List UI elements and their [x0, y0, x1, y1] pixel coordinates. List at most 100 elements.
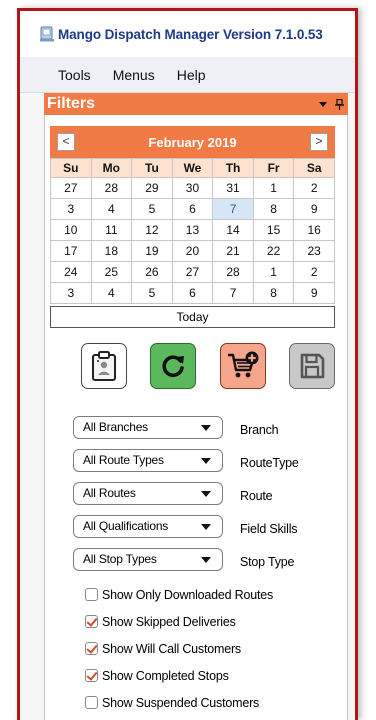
stop-type-label: Stop Type — [240, 554, 295, 569]
chevron-down-icon — [201, 457, 211, 464]
calendar-day[interactable]: 4 — [90, 282, 133, 304]
calendar-day[interactable]: 26 — [131, 261, 173, 283]
calendar-day[interactable]: 28 — [212, 261, 254, 283]
today-button[interactable]: Today — [50, 306, 335, 328]
qualifications-select[interactable]: All Qualifications — [73, 514, 223, 538]
calendar-day[interactable]: 17 — [50, 240, 92, 262]
chevron-down-icon — [201, 556, 211, 563]
weekday-label: We — [171, 158, 214, 178]
option-downloaded-routes[interactable]: Show Only Downloaded Routes — [85, 581, 335, 608]
calendar-day[interactable]: 1 — [252, 261, 295, 283]
checkbox[interactable] — [85, 642, 98, 655]
calendar-day[interactable]: 18 — [90, 240, 133, 262]
calendar-day[interactable]: 23 — [293, 240, 335, 262]
route-select-value: All Routes — [83, 486, 136, 500]
menu-menus[interactable]: Menus — [113, 67, 155, 83]
calendar-day[interactable]: 16 — [293, 219, 335, 241]
option-skipped-deliveries[interactable]: Show Skipped Deliveries — [85, 608, 335, 635]
calendar-day[interactable]: 14 — [212, 219, 254, 241]
calendar-day[interactable]: 1 — [252, 177, 295, 199]
calendar-day[interactable]: 8 — [252, 198, 295, 220]
calendar-week-row: 17 18 19 20 21 22 23 — [50, 240, 335, 262]
checkbox[interactable] — [85, 696, 98, 709]
field-skills-filter-row: All Qualifications Field Skills — [73, 510, 343, 542]
checkbox[interactable] — [85, 615, 98, 628]
clipboard-report-icon — [92, 351, 116, 381]
weekday-label: Tu — [131, 158, 173, 178]
calendar-day[interactable]: 22 — [252, 240, 295, 262]
calendar-week-row: 10 11 12 13 14 15 16 — [50, 219, 335, 241]
calendar-day[interactable]: 12 — [131, 219, 173, 241]
checkbox[interactable] — [85, 669, 98, 682]
calendar-day[interactable]: 7 — [212, 282, 254, 304]
calendar-day[interactable]: 13 — [171, 219, 214, 241]
calendar-day[interactable]: 11 — [90, 219, 133, 241]
branch-filter-row: All Branches Branch — [73, 411, 343, 443]
option-completed-stops[interactable]: Show Completed Stops — [85, 662, 335, 689]
calendar-day[interactable]: 21 — [212, 240, 254, 262]
weekday-label: Fr — [252, 158, 295, 178]
mango-app-icon — [40, 26, 54, 42]
calendar-day[interactable]: 24 — [50, 261, 92, 283]
route-type-filter-row: All Route Types RouteType — [73, 444, 343, 476]
checkbox-label: Show Completed Stops — [102, 668, 229, 683]
option-suspended-customers[interactable]: Show Suspended Customers — [85, 689, 335, 716]
calendar-day[interactable]: 6 — [171, 282, 214, 304]
chevron-down-icon — [201, 424, 211, 431]
filters-panel-header: Filters — [44, 93, 348, 115]
calendar-day[interactable]: 20 — [171, 240, 214, 262]
calendar-day[interactable]: 15 — [252, 219, 295, 241]
app-window: Mango Dispatch Manager Version 7.1.0.53 … — [17, 8, 358, 720]
title-bar: Mango Dispatch Manager Version 7.1.0.53 — [20, 11, 355, 57]
menu-help[interactable]: Help — [177, 67, 206, 83]
calendar-day[interactable]: 10 — [50, 219, 92, 241]
calendar-day[interactable]: 3 — [50, 282, 92, 304]
calendar-day[interactable]: 9 — [293, 198, 335, 220]
filters-panel-title: Filters — [47, 95, 96, 112]
calendar-day[interactable]: 5 — [131, 198, 173, 220]
stop-type-filter-row: All Stop Types Stop Type — [73, 543, 343, 575]
chevron-down-icon — [201, 490, 211, 497]
calendar-day[interactable]: 19 — [131, 240, 173, 262]
weekday-label: Mo — [90, 158, 133, 178]
calendar-day[interactable]: 3 — [50, 198, 92, 220]
calendar-day[interactable]: 4 — [90, 198, 133, 220]
calendar-day[interactable]: 2 — [293, 261, 335, 283]
stop-type-select[interactable]: All Stop Types — [73, 547, 223, 571]
calendar-day[interactable]: 31 — [212, 177, 254, 199]
panel-controls — [319, 98, 348, 110]
add-to-cart-button[interactable] — [220, 343, 266, 389]
filter-selects: All Branches Branch All Route Types Rout… — [73, 411, 343, 576]
calendar-day[interactable]: 30 — [171, 177, 214, 199]
route-select[interactable]: All Routes — [73, 481, 223, 505]
calendar-day[interactable]: 7 — [212, 198, 254, 220]
calendar-day[interactable]: 8 — [252, 282, 295, 304]
calendar-day[interactable]: 27 — [50, 177, 92, 199]
route-type-label: RouteType — [240, 455, 299, 470]
pin-icon[interactable] — [335, 98, 344, 110]
dropdown-arrow-icon[interactable] — [319, 101, 327, 107]
calendar-day[interactable]: 28 — [90, 177, 133, 199]
menu-tools[interactable]: Tools — [58, 67, 91, 83]
display-options: Show Only Downloaded Routes Show Skipped… — [85, 581, 335, 716]
report-button[interactable] — [81, 343, 127, 389]
prev-month-button[interactable]: < — [57, 133, 75, 151]
calendar-day[interactable]: 29 — [131, 177, 173, 199]
refresh-button[interactable] — [150, 343, 196, 389]
calendar-week-row: 3456789 — [50, 198, 335, 220]
option-will-call-customers[interactable]: Show Will Call Customers — [85, 635, 335, 662]
checkbox-label: Show Suspended Customers — [102, 695, 260, 710]
calendar-day[interactable]: 6 — [171, 198, 214, 220]
calendar-day[interactable]: 5 — [131, 282, 173, 304]
calendar-day[interactable]: 9 — [293, 282, 335, 304]
calendar-day[interactable]: 25 — [90, 261, 133, 283]
route-type-select[interactable]: All Route Types — [73, 448, 223, 472]
next-month-button[interactable]: > — [310, 133, 328, 151]
checkbox-label: Show Will Call Customers — [102, 641, 241, 656]
branch-select[interactable]: All Branches — [73, 415, 223, 439]
calendar-day[interactable]: 27 — [171, 261, 214, 283]
checkbox[interactable] — [85, 588, 98, 601]
window-title: Mango Dispatch Manager Version 7.1.0.53 — [58, 26, 323, 42]
calendar-day[interactable]: 2 — [293, 177, 335, 199]
save-button[interactable] — [289, 343, 335, 389]
